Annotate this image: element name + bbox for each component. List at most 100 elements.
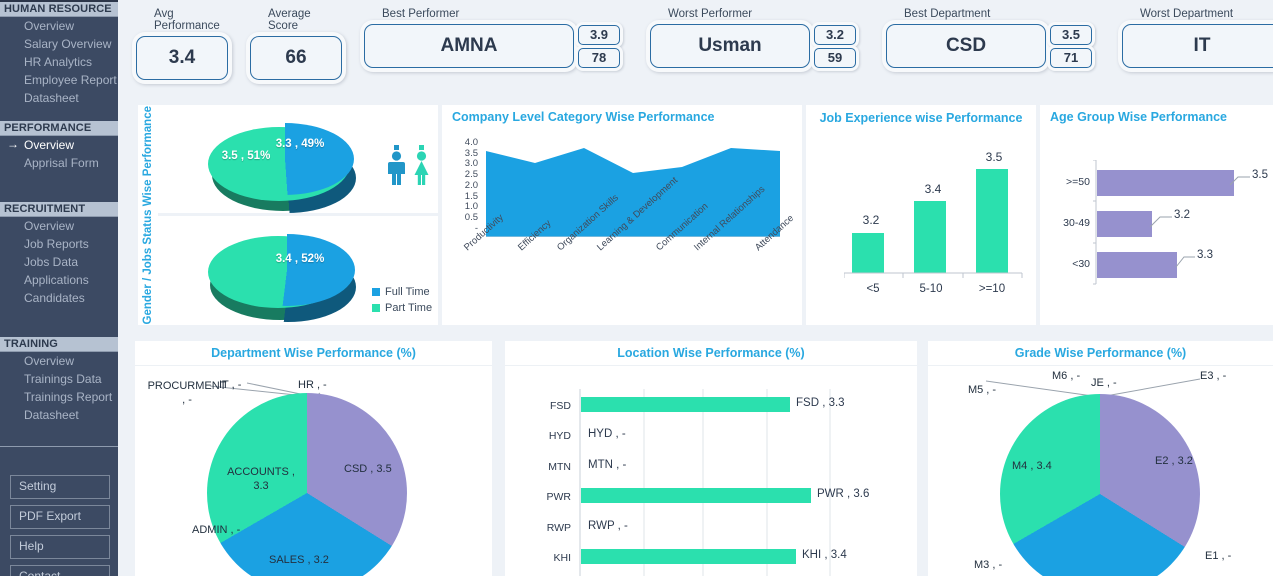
pie-label-admin: ADMIN , - (192, 524, 240, 536)
sidebar-section-training: TRAINING Overview Trainings Data Trainin… (0, 337, 118, 424)
location-axis (578, 389, 908, 576)
sidebar-item-jobs-data[interactable]: Jobs Data (0, 253, 118, 271)
sidebar-item-applications[interactable]: Applications (0, 271, 118, 289)
pie-label-e3: E3 , - (1200, 370, 1226, 382)
bar-axis (844, 271, 1024, 279)
pie-label-part: 3.5 , 51% (218, 149, 274, 163)
contact-button[interactable]: Contact (10, 565, 110, 576)
dashboard-root: HUMAN RESOURCE Overview Salary Overview … (0, 0, 1273, 576)
female-icon (411, 145, 433, 190)
spacer (0, 307, 118, 337)
spacer (0, 107, 118, 121)
bar-value-fsd: FSD , 3.3 (796, 397, 845, 409)
pie-label-e2: E2 , 3.2 (1155, 455, 1193, 467)
help-button[interactable]: Help (10, 535, 110, 559)
kpi-label: Average Score (250, 8, 342, 32)
kpi-value: 3.4 (136, 36, 228, 80)
pie-label-m3: M3 , - (974, 559, 1002, 571)
sidebar-item-overview-training[interactable]: Overview (0, 352, 118, 370)
sidebar-item-overview-recruitment[interactable]: Overview (0, 217, 118, 235)
kpi-label: Worst Performer (650, 8, 856, 20)
cat-label-fsd: FSD (527, 400, 571, 412)
pie-label-csd: CSD , 3.5 (344, 463, 392, 475)
pie-label-e1: E1 , - (1205, 550, 1231, 562)
location-panel: Location Wise Performance (%) FSD HYD MT… (505, 341, 917, 576)
sidebar-item-trainings-data[interactable]: Trainings Data (0, 370, 118, 388)
bar-fsd (581, 397, 790, 412)
sidebar-item-candidates[interactable]: Candidates (0, 289, 118, 307)
sidebar-item-employee-report[interactable]: Employee Report (0, 71, 118, 89)
pie-label-m5: M5 , - (964, 383, 1000, 397)
sidebar-section-title: RECRUITMENT (0, 202, 118, 217)
pie-label-m6: M6 , - (1052, 370, 1080, 382)
sidebar-item-salary-overview[interactable]: Salary Overview (0, 35, 118, 53)
job-experience-panel: Job Experience wise Performance 3.2 3.4 … (806, 105, 1036, 325)
kpi-score-rating: 3.2 (814, 25, 856, 45)
kpi-best-performer: Best Performer AMNA 3.9 78 (364, 0, 620, 68)
bar-lt5 (852, 233, 884, 273)
company-category-title: Company Level Category Wise Performance (442, 105, 802, 129)
kpi-label: Avg Performance (136, 8, 228, 32)
cat-label-lt5: <5 (844, 283, 902, 295)
sidebar-section-title: PERFORMANCE (0, 121, 118, 136)
pie-label-hr: HR , - (298, 379, 327, 391)
pie-label-je: JE , - (1091, 377, 1117, 389)
sidebar-section-recruitment: RECRUITMENT Overview Job Reports Jobs Da… (0, 202, 118, 307)
legend-swatch-part-time (372, 304, 380, 312)
jobstatus-legend: Full Time Part Time (372, 284, 432, 316)
bar-value-rwp: RWP , - (588, 520, 628, 532)
sidebar-section-title: TRAINING (0, 337, 118, 352)
kpi-value: IT (1122, 24, 1273, 68)
location-title: Location Wise Performance (%) (505, 341, 917, 366)
sidebar-section-title: HUMAN RESOURCE (0, 2, 118, 17)
sidebar-item-overview-performance[interactable]: Overview (0, 136, 118, 154)
bar-value-gte50: 3.5 (1252, 169, 1268, 181)
sidebar-item-trainings-report[interactable]: Trainings Report (0, 388, 118, 406)
setting-button[interactable]: Setting (10, 475, 110, 499)
kpi-label: Best Performer (364, 8, 620, 20)
bar-value-30-49: 3.2 (1174, 209, 1190, 221)
sidebar: HUMAN RESOURCE Overview Salary Overview … (0, 0, 118, 576)
bar-value-lt30: 3.3 (1197, 249, 1213, 261)
sidebar-item-datasheet-hr[interactable]: Datasheet (0, 89, 118, 107)
pie-label-procurment: PROCURMENT , - (147, 379, 227, 407)
sidebar-item-overview-hr[interactable]: Overview (0, 17, 118, 35)
kpi-avg-performance: Avg Performance 3.4 (136, 0, 228, 80)
legend-swatch-full-time (372, 288, 380, 296)
cat-label-pwr: PWR (527, 491, 571, 503)
jobstatus-pie-panel: 3.4 , 52% Full Time Part Time (158, 216, 438, 325)
kpi-value: Usman (650, 24, 810, 68)
cat-label-hyd: HYD (527, 430, 571, 442)
bar-value-mtn: MTN , - (588, 459, 626, 471)
legend-item-full-time: Full Time (372, 284, 432, 300)
kpi-label: Worst Department (1122, 8, 1273, 20)
kpi-value: AMNA (364, 24, 574, 68)
gender-pie-panel: 3.3 , 49% 3.5 , 51% (158, 105, 438, 213)
gender-pie-chart: 3.3 , 49% 3.5 , 51% (208, 113, 358, 209)
pdf-export-button[interactable]: PDF Export (10, 505, 110, 529)
legend-label-part-time: Part Time (385, 300, 432, 316)
kpi-score-points: 78 (578, 48, 620, 68)
bar-value-hyd: HYD , - (588, 428, 626, 440)
sidebar-item-job-reports[interactable]: Job Reports (0, 235, 118, 253)
sidebar-item-apprisal-form[interactable]: Apprisal Form (0, 154, 118, 172)
pie-label-accounts: ACCOUNTS , 3.3 (221, 465, 301, 493)
pie-label-sales: SALES , 3.2 (269, 554, 329, 566)
sidebar-item-hr-analytics[interactable]: HR Analytics (0, 53, 118, 71)
job-experience-title: Job Experience wise Performance (806, 105, 1036, 131)
kpi-average-score: Average Score 66 (250, 0, 342, 80)
bar-khi (581, 549, 796, 564)
bar-value-lt5: 3.2 (841, 213, 901, 227)
legend-label-full-time: Full Time (385, 284, 430, 300)
pie-label-full: 3.3 , 49% (270, 137, 330, 151)
male-icon (386, 145, 408, 190)
area-y-axis: 4.0 3.5 3.0 2.5 2.0 1.5 1.0 0.5 - (452, 138, 478, 234)
kpi-best-department: Best Department CSD 3.5 71 (886, 0, 1092, 68)
kpi-worst-performer: Worst Performer Usman 3.2 59 (650, 0, 856, 68)
company-category-panel: Company Level Category Wise Performance … (442, 105, 802, 325)
spacer (0, 172, 118, 202)
kpi-label: Best Department (886, 8, 1092, 20)
bar-5-10 (914, 201, 946, 273)
kpi-score-points: 71 (1050, 48, 1092, 68)
sidebar-item-datasheet-training[interactable]: Datasheet (0, 406, 118, 424)
